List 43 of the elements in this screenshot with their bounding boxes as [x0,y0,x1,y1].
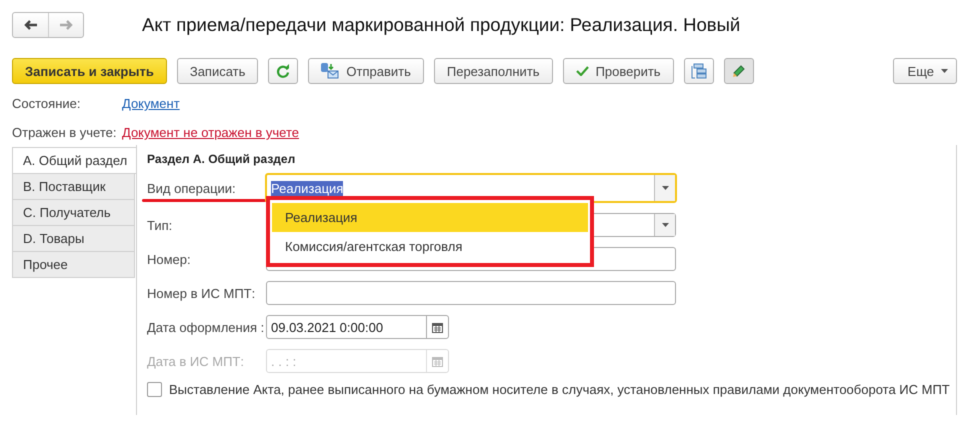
section-tab[interactable]: C. Получатель [12,199,135,226]
forward-arrow-icon [60,20,72,30]
field-label: Дата оформления : [147,320,266,334]
refresh-button[interactable] [268,58,298,84]
calendar-icon [432,356,443,366]
status-label: Отражен в учете: [12,125,118,141]
caret-icon [941,69,948,73]
calendar-icon [432,322,443,332]
field-label: Номер: [147,252,192,266]
dropdown-item[interactable]: Реализация [272,203,588,232]
section-title: Раздел А. Общий раздел [147,152,296,168]
checkbox-label: Выставление Акта, ранее выписанного на бумажном носителе в случаях, установленных правилами документооборота ИС МПТ [169,382,950,397]
pencil-icon [731,64,746,78]
field-label: Номер в ИС МПТ: [147,286,256,300]
dropdown-caret-icon [662,223,668,227]
toolbar-button[interactable]: Перезаполнить [434,58,553,84]
section-tab[interactable]: B. Поставщик [12,173,135,200]
status-label: Состояние: [12,96,82,112]
more-button[interactable]: Еще [892,58,957,84]
refresh-icon [276,64,290,78]
dropdown-caret-icon [662,186,668,190]
toolbar-button[interactable]: Проверить [562,58,674,84]
edit-button[interactable] [724,58,754,84]
checkbox[interactable] [147,382,162,397]
section-tab[interactable]: D. Товары [12,225,135,252]
hierarchy-icon [690,63,707,79]
window-title: Акт приема/передачи маркированной продукции: Реализация. Новый [142,14,740,36]
send-icon [321,63,340,79]
checkmark-icon [576,66,589,76]
status-link[interactable]: Документ не отражен в учете [122,125,300,141]
field-label: Дата в ИС МПТ: [147,354,245,368]
structure-button[interactable] [684,58,714,84]
input-field[interactable] [266,281,676,305]
status-link[interactable]: Документ [122,96,180,112]
field-label: Тип: [147,218,174,232]
section-tab[interactable]: A. Общий раздел [12,147,136,174]
back-arrow-icon [24,20,37,30]
toolbar-button[interactable]: Записать [176,58,258,84]
date-field[interactable]: 09.03.2021 0:00:00 [266,315,449,339]
toolbar-button[interactable]: Отправить [308,58,424,84]
section-tab[interactable]: Прочее [12,251,135,278]
field-label: Вид операции: [147,180,266,196]
save-and-close-button[interactable]: Записать и закрыть [12,58,167,84]
